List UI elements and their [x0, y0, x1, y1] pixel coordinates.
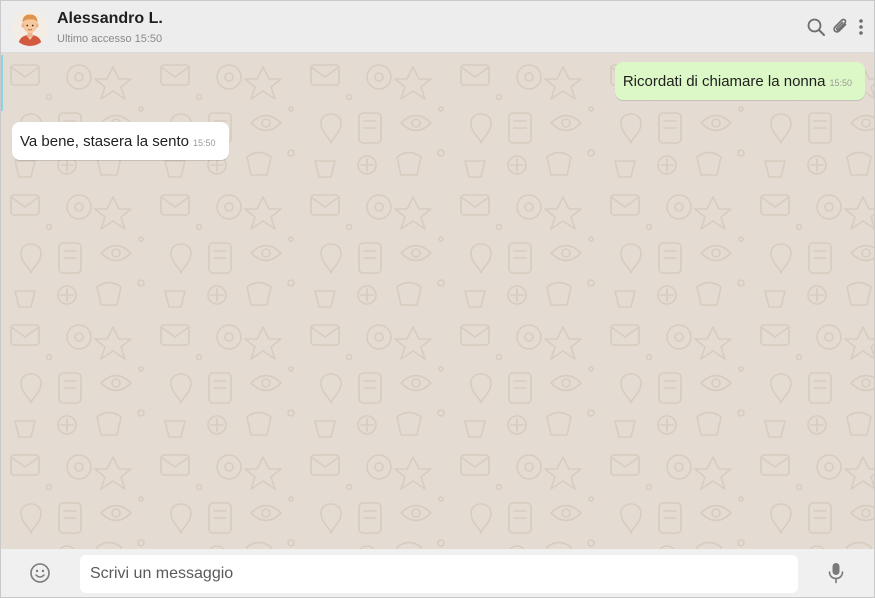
chat-header: Alessandro L. Ultimo accesso 15:50 [1, 1, 874, 53]
search-icon[interactable] [805, 16, 827, 38]
chat-messages-area[interactable]: Ricordati di chiamare la nonna 15:50 Va b… [1, 53, 874, 549]
contact-avatar[interactable] [12, 10, 48, 46]
last-seen-status: Ultimo accesso 15:50 [57, 33, 163, 45]
more-vertical-icon[interactable] [853, 16, 867, 38]
emoji-icon[interactable] [29, 562, 51, 584]
chat-scroll-indicator [1, 55, 3, 111]
message-text: Ricordati di chiamare la nonna [622, 73, 826, 90]
message-time: 15:50 [193, 138, 216, 148]
microphone-icon[interactable] [826, 561, 846, 585]
message-input[interactable] [80, 555, 798, 593]
contact-name[interactable]: Alessandro L. [57, 10, 163, 28]
message-text: Va bene, stasera la sento [20, 133, 189, 150]
composer-bar [1, 549, 874, 597]
message-time: 15:50 [829, 78, 852, 88]
chat-window: Alessandro L. Ultimo accesso 15:50 Ricor… [0, 0, 875, 598]
message-bubble-outgoing[interactable]: Ricordati di chiamare la nonna 15:50 [614, 62, 865, 100]
paperclip-icon[interactable] [830, 16, 852, 38]
message-bubble-incoming[interactable]: Va bene, stasera la sento 15:50 [12, 122, 229, 160]
avatar-image [12, 10, 48, 46]
